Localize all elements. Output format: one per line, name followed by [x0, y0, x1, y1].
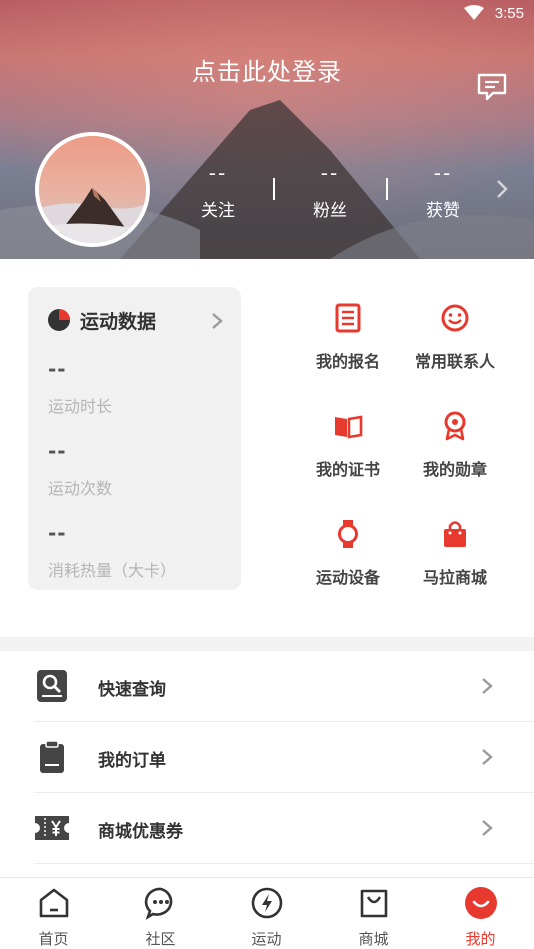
- grid-label: 我的勋章: [422, 460, 487, 479]
- stat-following[interactable]: -- 关注: [163, 160, 273, 221]
- status-time: 3:55: [494, 5, 524, 22]
- chat-bubble-icon: [144, 887, 172, 920]
- list-item-quick-query[interactable]: 快速查询: [34, 651, 534, 722]
- grid-sports-device[interactable]: 运动设备: [293, 518, 403, 588]
- tab-sports[interactable]: 运动: [213, 886, 320, 949]
- stat-fans[interactable]: -- 粉丝: [275, 160, 385, 221]
- stat-likes-value: --: [433, 161, 453, 185]
- home-icon: [39, 888, 68, 918]
- tab-label: 首页: [38, 930, 69, 948]
- stat-fans-label: 粉丝: [313, 201, 347, 221]
- list-item-coupons[interactable]: 商城优惠券: [34, 793, 534, 864]
- list-item-label: 快速查询: [98, 680, 166, 700]
- section-separator: [0, 637, 534, 651]
- metric-calories-label: 消耗热量（大卡）: [48, 561, 177, 580]
- tab-community[interactable]: 社区: [107, 886, 214, 949]
- avatar-mountain-image: [39, 136, 146, 243]
- pie-chart-icon: [48, 309, 70, 331]
- contacts-smiley-icon: [441, 304, 469, 332]
- stat-likes-label: 获赞: [426, 201, 460, 221]
- tab-label: 商城: [358, 930, 389, 948]
- metric-duration-value: --: [48, 357, 67, 381]
- profile-smile-icon: [464, 887, 497, 919]
- metric-count-label: 运动次数: [48, 479, 113, 498]
- tab-label: 运动: [251, 930, 282, 948]
- list-item-label: 商城优惠券: [98, 822, 183, 842]
- chevron-right-icon[interactable]: [494, 178, 510, 200]
- bottom-tab-bar: 首页 社区 运动 商城 我的: [0, 877, 534, 949]
- list-item-my-orders[interactable]: 我的订单: [34, 722, 534, 793]
- stat-following-value: --: [208, 161, 228, 185]
- grid-mall[interactable]: 马拉商城: [400, 518, 510, 588]
- tab-label: 社区: [145, 930, 176, 948]
- tab-label: 我的: [465, 930, 496, 948]
- shopping-bag-icon: [444, 521, 466, 547]
- search-document-icon: [37, 670, 67, 702]
- stat-fans-value: --: [320, 161, 340, 185]
- grid-certificate[interactable]: 我的证书: [293, 410, 403, 480]
- grid-my-registration[interactable]: 我的报名: [293, 302, 403, 372]
- lightning-icon: [251, 887, 282, 919]
- metric-count-value: --: [48, 439, 67, 463]
- medal-icon: [444, 411, 466, 441]
- chevron-right-icon: [482, 678, 493, 694]
- avatar[interactable]: [35, 132, 150, 247]
- grid-label: 常用联系人: [414, 352, 495, 371]
- grid-label: 我的证书: [315, 460, 380, 479]
- tab-home[interactable]: 首页: [0, 886, 107, 949]
- clipboard-icon: [40, 740, 64, 773]
- tab-mine[interactable]: 我的: [427, 886, 534, 949]
- profile-header: 3:55 点击此处登录 -- 关注 -- 粉丝 -- 获赞: [0, 0, 534, 259]
- stat-following-label: 关注: [201, 201, 235, 221]
- message-icon[interactable]: [476, 72, 508, 102]
- certificate-book-icon: [335, 415, 363, 439]
- follow-stats: -- 关注 -- 粉丝 -- 获赞: [160, 160, 490, 230]
- sports-data-title: 运动数据: [80, 311, 157, 333]
- tab-mall[interactable]: 商城: [320, 886, 427, 949]
- chevron-right-icon: [482, 749, 493, 765]
- grid-label: 我的报名: [315, 352, 380, 371]
- chevron-right-icon: [212, 313, 223, 329]
- coupon-yuan-icon: [35, 816, 69, 840]
- wifi-icon: [464, 5, 484, 20]
- profile-page: 3:55 点击此处登录 -- 关注 -- 粉丝 -- 获赞 运动数据 -- 运动…: [0, 0, 534, 949]
- list-item-label: 我的订单: [98, 751, 166, 771]
- metric-duration-label: 运动时长: [48, 397, 113, 416]
- chevron-right-icon: [482, 820, 493, 836]
- smartwatch-icon: [338, 520, 358, 548]
- grid-label: 运动设备: [315, 568, 380, 587]
- status-bar: 3:55: [0, 0, 534, 30]
- grid-label: 马拉商城: [422, 568, 487, 587]
- stat-likes[interactable]: -- 获赞: [388, 160, 498, 221]
- registration-icon: [335, 303, 361, 333]
- login-prompt[interactable]: 点击此处登录: [0, 52, 534, 87]
- metric-calories-value: --: [48, 521, 67, 545]
- shopping-bag-icon: [360, 889, 387, 918]
- grid-medals[interactable]: 我的勋章: [400, 410, 510, 480]
- grid-contacts[interactable]: 常用联系人: [400, 302, 510, 372]
- sports-data-card[interactable]: 运动数据 -- 运动时长 -- 运动次数 -- 消耗热量（大卡）: [28, 287, 241, 590]
